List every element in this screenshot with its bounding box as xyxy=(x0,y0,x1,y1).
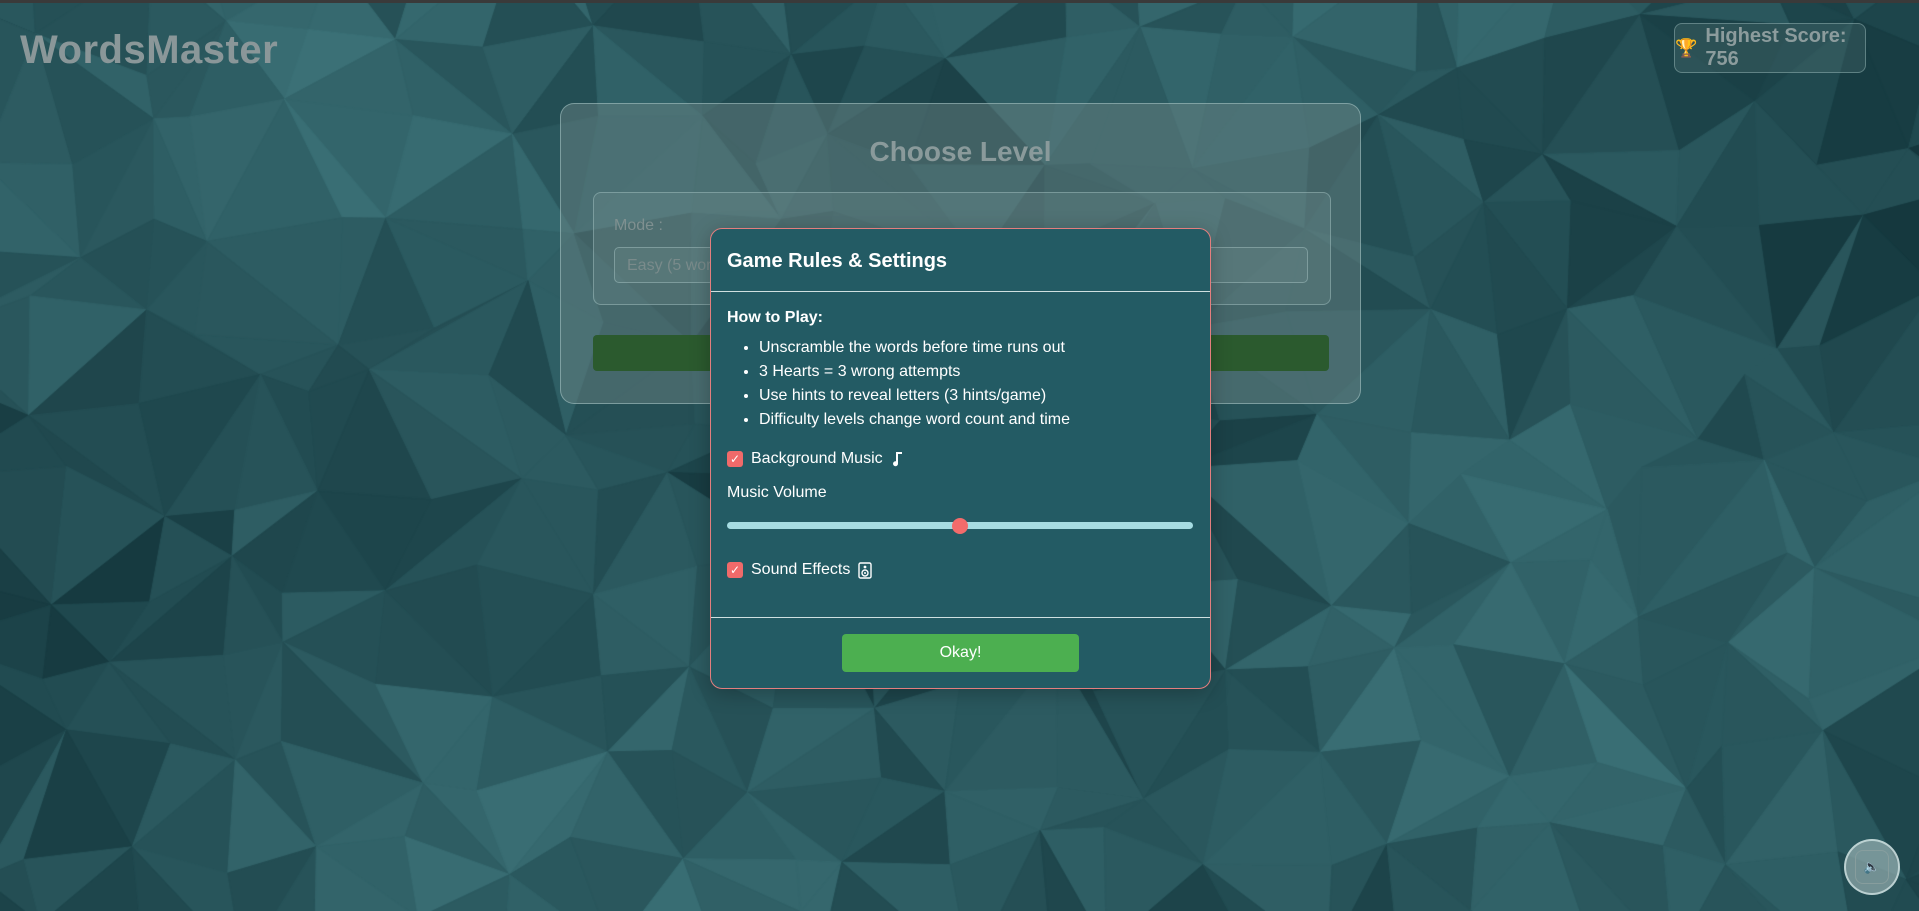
rule-item: Unscramble the words before time runs ou… xyxy=(759,336,1070,360)
game-rules-modal: Game Rules & Settings How to Play: Unscr… xyxy=(710,228,1211,689)
modal-header: Game Rules & Settings xyxy=(711,229,1210,292)
choose-level-title: Choose Level xyxy=(869,136,1052,167)
background-music-label: Background Music xyxy=(751,450,883,467)
sound-effects-label: Sound Effects xyxy=(751,561,851,578)
rules-list: Unscramble the words before time runs ou… xyxy=(727,336,1070,432)
sound-effects-toggle[interactable]: ✓ Sound Effects xyxy=(727,561,873,579)
background-music-checkbox[interactable]: ✓ xyxy=(727,451,743,467)
speaker-icon xyxy=(858,561,873,579)
music-note-icon xyxy=(892,452,902,467)
sound-effects-checkbox[interactable]: ✓ xyxy=(727,562,743,578)
sound-toggle-button[interactable]: 🔈 xyxy=(1844,839,1900,895)
highest-score-label: Highest Score: 756 xyxy=(1705,25,1847,70)
volume-icon: 🔈 xyxy=(1855,850,1889,884)
rule-item: Difficulty levels change word count and … xyxy=(759,408,1070,432)
top-border-line xyxy=(0,0,1919,3)
mode-label: Mode : xyxy=(614,217,663,234)
highest-score-badge: 🏆 Highest Score: 756 xyxy=(1674,23,1866,73)
okay-button[interactable]: Okay! xyxy=(842,634,1079,672)
background-music-toggle[interactable]: ✓ Background Music xyxy=(727,450,903,468)
trophy-icon: 🏆 xyxy=(1675,37,1698,58)
app-brand-title: WordsMaster xyxy=(20,28,279,72)
modal-title: Game Rules & Settings xyxy=(727,250,948,272)
rule-item: 3 Hearts = 3 wrong attempts xyxy=(759,360,1070,384)
how-to-play-heading: How to Play: xyxy=(727,309,824,326)
rule-item: Use hints to reveal letters (3 hints/gam… xyxy=(759,384,1070,408)
music-volume-slider-thumb[interactable] xyxy=(952,518,968,534)
music-volume-label: Music Volume xyxy=(727,484,827,501)
modal-footer: Okay! xyxy=(711,617,1210,689)
music-volume-slider[interactable] xyxy=(727,518,1193,534)
